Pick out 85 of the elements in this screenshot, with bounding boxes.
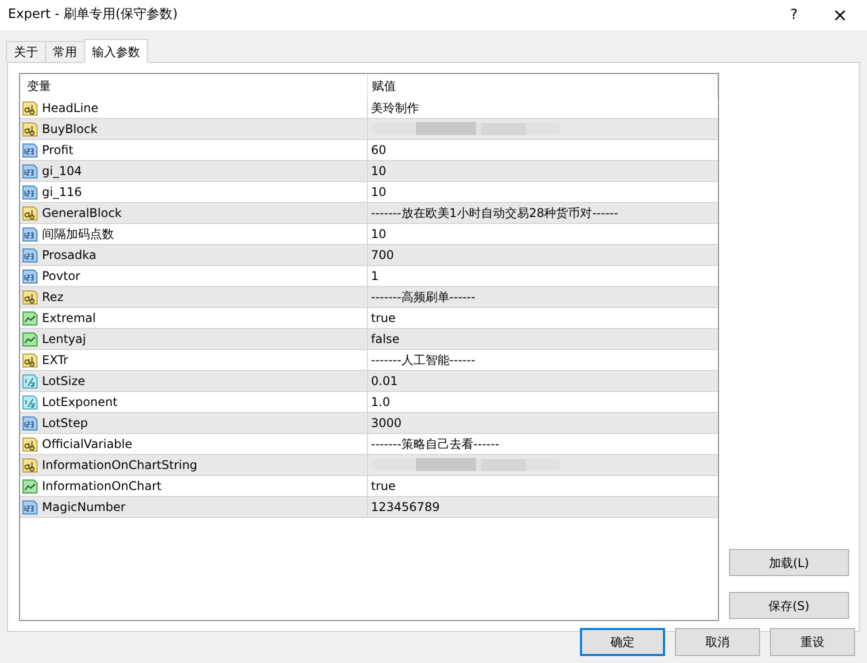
table-row[interactable]: gi_116 10 — [20, 182, 718, 203]
variable-name: gi_116 — [42, 184, 82, 201]
value-text: 10 — [371, 226, 386, 243]
variable-name: LotStep — [42, 415, 88, 432]
variable-name: Lentyaj — [42, 331, 86, 348]
value-text: 10 — [371, 163, 386, 180]
table-row[interactable]: 间隔加码点数 10 — [20, 224, 718, 245]
dialog-button[interactable]: 确定 — [580, 628, 665, 656]
value-text: 123456789 — [371, 499, 440, 516]
variable-name: GeneralBlock — [42, 205, 122, 222]
variable-name: InformationOnChartString — [42, 457, 198, 474]
ab-icon — [22, 122, 38, 136]
tab[interactable]: 输入参数 — [84, 39, 148, 63]
ab-icon — [22, 290, 38, 304]
value-text: true — [371, 478, 396, 495]
variable-name: Prosadka — [42, 247, 96, 264]
table-row[interactable]: InformationOnChart true — [20, 476, 718, 497]
value-text: 美玲制作 — [371, 100, 419, 117]
side-button[interactable]: 保存(S) — [729, 592, 849, 619]
ab-icon — [22, 352, 38, 368]
variable-name: OfficialVariable — [42, 436, 132, 453]
table-row[interactable]: MagicNumber 123456789 — [20, 497, 718, 518]
number-icon — [22, 142, 38, 158]
variable-name: gi_104 — [42, 163, 82, 180]
number-icon — [22, 226, 38, 242]
value-text: false — [371, 331, 400, 348]
variable-name: Rez — [42, 289, 64, 306]
table-row[interactable]: gi_104 10 — [20, 161, 718, 182]
help-button[interactable]: ? — [771, 0, 817, 30]
variable-name: 间隔加码点数 — [42, 226, 114, 243]
variable-name: MagicNumber — [42, 499, 126, 516]
value-text: 3000 — [371, 415, 402, 432]
close-button[interactable]: × — [817, 0, 863, 30]
variable-name: Profit — [42, 142, 74, 159]
table-row[interactable]: LotSize 0.01 — [20, 371, 718, 392]
table-row[interactable]: OfficialVariable -------策略自己去看------ — [20, 434, 718, 455]
value-text: 1 — [371, 268, 379, 285]
table-row[interactable]: HeadLine 美玲制作 — [20, 98, 718, 119]
value-text: 1.0 — [371, 394, 390, 411]
value-text: -------高频刷单------ — [371, 289, 476, 306]
value-text: 60 — [371, 142, 386, 159]
value-text: -------人工智能------ — [371, 352, 476, 369]
ab-icon — [22, 458, 38, 472]
fraction-icon — [22, 374, 38, 388]
variable-name: LotSize — [42, 373, 86, 390]
value-text: -------策略自己去看------ — [371, 436, 500, 453]
variable-name: Povtor — [42, 268, 80, 285]
value-text: true — [371, 310, 396, 327]
table-row[interactable]: Rez -------高频刷单------ — [20, 287, 718, 308]
value-text: -------放在欧美1小时自动交易28种货币对------ — [371, 205, 618, 222]
tab[interactable]: 关于 — [6, 41, 46, 62]
variable-name: HeadLine — [42, 100, 98, 117]
variable-name: EXTr — [42, 352, 68, 369]
ab-icon — [22, 436, 38, 452]
side-button[interactable]: 加载(L) — [729, 549, 849, 576]
ab-icon — [22, 206, 38, 220]
variable-name: Extremal — [42, 310, 96, 327]
table-row[interactable]: Povtor 1 — [20, 266, 718, 287]
dialog-button[interactable]: 重设 — [770, 628, 855, 656]
value-text: 0.01 — [371, 373, 398, 390]
number-icon — [22, 164, 38, 178]
value-text: 10 — [371, 184, 386, 201]
table-row[interactable]: Profit 60 — [20, 140, 718, 161]
number-icon — [22, 248, 38, 262]
table-row[interactable]: LotExponent 1.0 — [20, 392, 718, 413]
table-row[interactable]: InformationOnChartString — [20, 455, 718, 476]
table-row[interactable]: Extremal true — [20, 308, 718, 329]
table-row[interactable]: GeneralBlock -------放在欧美1小时自动交易28种货币对------ — [20, 203, 718, 224]
table-row[interactable]: Prosadka 700 — [20, 245, 718, 266]
dialog-button[interactable]: 取消 — [675, 628, 760, 656]
variable-name: BuyBlock — [42, 121, 98, 138]
fraction-icon — [22, 394, 38, 410]
ab-icon — [22, 100, 38, 116]
number-icon — [22, 416, 38, 430]
window-title: Expert - 刷单专用(保守参数) — [7, 6, 179, 24]
table-row[interactable]: EXTr -------人工智能------ — [20, 350, 718, 371]
variable-name: LotExponent — [42, 394, 118, 411]
table-row[interactable]: LotStep 3000 — [20, 413, 718, 434]
variable-name: InformationOnChart — [42, 478, 162, 495]
number-icon — [22, 500, 38, 514]
table-row[interactable]: Lentyaj false — [20, 329, 718, 350]
table-row[interactable]: BuyBlock — [20, 119, 718, 140]
number-icon — [22, 184, 38, 200]
value-text: 700 — [371, 247, 394, 264]
number-icon — [22, 268, 38, 284]
